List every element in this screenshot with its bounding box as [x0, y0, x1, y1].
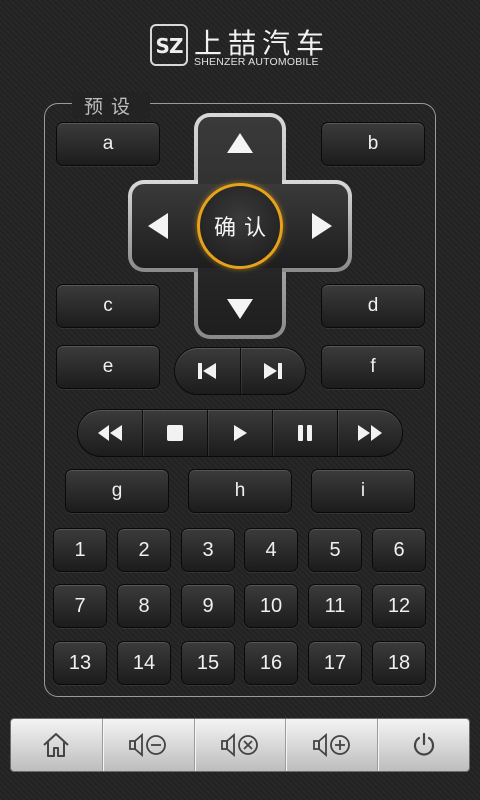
number-button-9[interactable]: 9 [181, 584, 235, 628]
number-label: 2 [138, 538, 150, 561]
volume-up-icon [312, 733, 350, 757]
ok-button-label: 确认 [213, 216, 274, 241]
ok-button[interactable]: 确认 [197, 183, 283, 269]
volume-down-button[interactable] [103, 719, 195, 771]
number-button-2[interactable]: 2 [117, 528, 171, 572]
number-label: 3 [202, 538, 214, 561]
number-label: 16 [259, 651, 283, 674]
play-icon [234, 425, 247, 441]
number-label: 7 [74, 594, 86, 617]
brand-logo: SZ 上喆汽车 SHENZER AUTOMOBILE [150, 22, 340, 72]
number-button-17[interactable]: 17 [308, 641, 362, 685]
mute-button[interactable] [195, 719, 287, 771]
number-label: 8 [138, 594, 150, 617]
button-e-label: e [102, 356, 114, 377]
button-i-label: i [360, 480, 366, 501]
button-a-label: a [102, 133, 114, 154]
button-e[interactable]: e [56, 345, 160, 389]
number-button-11[interactable]: 11 [308, 584, 362, 628]
number-button-14[interactable]: 14 [117, 641, 171, 685]
volume-up-button[interactable] [286, 719, 379, 771]
dpad-right-button[interactable] [286, 184, 348, 268]
pause-button[interactable] [273, 410, 338, 456]
dpad: 确认 [128, 113, 352, 339]
power-icon [413, 732, 434, 756]
next-track-button[interactable] [241, 348, 306, 394]
dpad-left-button[interactable] [132, 184, 194, 268]
number-button-5[interactable]: 5 [308, 528, 362, 572]
number-label: 17 [323, 651, 347, 674]
brand-mark-text: SZ [155, 34, 184, 58]
number-label: 12 [387, 594, 411, 617]
button-d-label: d [367, 295, 379, 316]
arrow-right-icon [312, 213, 332, 239]
number-label: 4 [265, 538, 277, 561]
arrow-down-icon [227, 299, 253, 319]
fast-forward-button[interactable] [338, 410, 402, 456]
number-label: 18 [387, 651, 411, 674]
previous-track-icon [198, 363, 217, 379]
track-control [174, 347, 306, 395]
play-button[interactable] [208, 410, 273, 456]
rewind-icon [98, 425, 122, 441]
volume-down-icon [129, 733, 167, 757]
number-button-16[interactable]: 16 [244, 641, 298, 685]
stop-button[interactable] [143, 410, 208, 456]
button-g[interactable]: g [65, 469, 169, 513]
button-c-label: c [103, 295, 113, 316]
dpad-down-button[interactable] [198, 275, 282, 335]
number-button-8[interactable]: 8 [117, 584, 171, 628]
number-label: 5 [329, 538, 341, 561]
brand-mark: SZ [150, 24, 188, 66]
number-button-10[interactable]: 10 [244, 584, 298, 628]
button-i[interactable]: i [311, 469, 415, 513]
number-button-3[interactable]: 3 [181, 528, 235, 572]
button-h-label: h [234, 480, 246, 501]
rewind-button[interactable] [78, 410, 143, 456]
stop-icon [167, 425, 183, 441]
button-f[interactable]: f [321, 345, 425, 389]
transport-control [77, 409, 403, 457]
dpad-up-button[interactable] [198, 117, 282, 177]
number-button-7[interactable]: 7 [53, 584, 107, 628]
number-label: 15 [196, 651, 220, 674]
brand-name-en: SHENZER AUTOMOBILE [194, 56, 319, 68]
number-button-4[interactable]: 4 [244, 528, 298, 572]
number-label: 1 [74, 538, 86, 561]
button-f-label: f [370, 356, 376, 377]
number-button-13[interactable]: 13 [53, 641, 107, 685]
number-button-1[interactable]: 1 [53, 528, 107, 572]
number-button-18[interactable]: 18 [372, 641, 426, 685]
number-label: 9 [202, 594, 214, 617]
next-track-icon [263, 363, 282, 379]
number-label: 13 [68, 651, 92, 674]
button-g-label: g [111, 480, 123, 501]
mute-icon [221, 733, 258, 757]
pause-icon [298, 425, 312, 441]
arrow-left-icon [148, 213, 168, 239]
number-label: 6 [393, 538, 405, 561]
number-button-15[interactable]: 15 [181, 641, 235, 685]
bottom-toolbar [10, 718, 470, 772]
power-button[interactable] [378, 719, 469, 771]
number-button-6[interactable]: 6 [372, 528, 426, 572]
button-h[interactable]: h [188, 469, 292, 513]
fast-forward-icon [358, 425, 382, 441]
home-icon [43, 733, 70, 757]
number-button-12[interactable]: 12 [372, 584, 426, 628]
button-b-label: b [367, 133, 379, 154]
previous-track-button[interactable] [175, 348, 241, 394]
arrow-up-icon [227, 133, 253, 153]
number-label: 11 [324, 594, 346, 617]
number-label: 10 [259, 594, 283, 617]
number-label: 14 [132, 651, 156, 674]
home-button[interactable] [11, 719, 103, 771]
